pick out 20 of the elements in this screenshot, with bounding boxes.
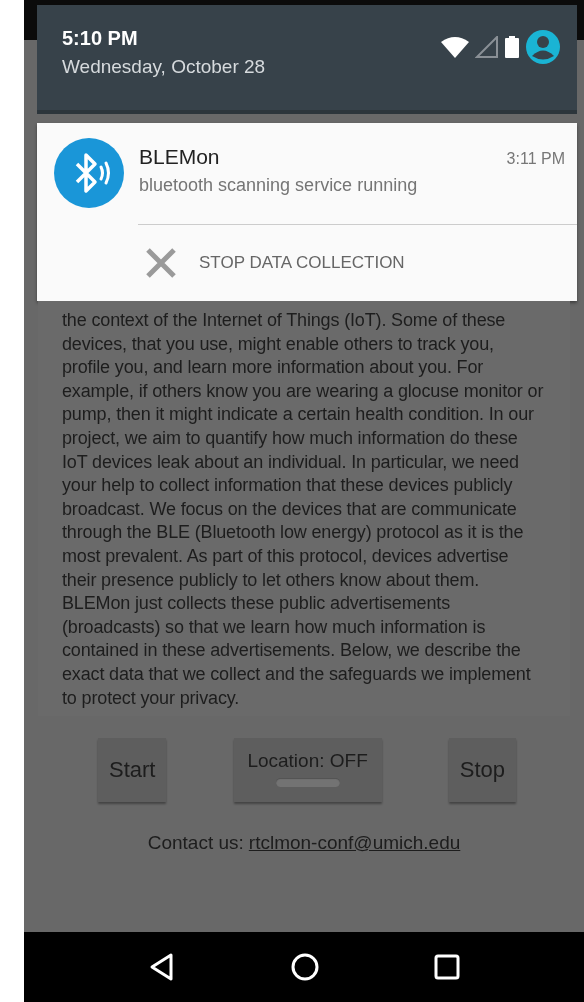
notification-time: 3:11 PM	[506, 150, 565, 168]
home-icon[interactable]	[290, 952, 320, 982]
location-toggle-button[interactable]: Location: OFF	[233, 738, 382, 803]
close-icon	[145, 247, 177, 279]
stop-data-collection-button[interactable]: STOP DATA COLLECTION	[145, 239, 405, 287]
app-name: BLEMon	[139, 145, 220, 169]
bluetooth-icon	[53, 137, 125, 209]
email-link[interactable]: rtclmon-conf@umich.edu	[248, 832, 461, 855]
action-button[interactable]: Start	[98, 738, 167, 803]
wifi-icon	[441, 36, 469, 58]
date-text: Wednesday, October 28	[62, 56, 266, 78]
clock-time: 5:10 PM	[62, 27, 139, 50]
signal-icon	[475, 36, 499, 58]
notification-card[interactable]: BLEMon 3:11 PM bluetooth scanning service running STOP DATA COLLECTION	[37, 123, 577, 301]
user-avatar-icon[interactable]	[525, 29, 561, 65]
recents-icon[interactable]	[433, 953, 462, 981]
action-button[interactable]: Stop	[448, 738, 516, 803]
notification-text: bluetooth scanning service running	[139, 175, 419, 196]
battery-icon	[505, 36, 519, 58]
contact-label: Contact us:	[147, 832, 244, 855]
